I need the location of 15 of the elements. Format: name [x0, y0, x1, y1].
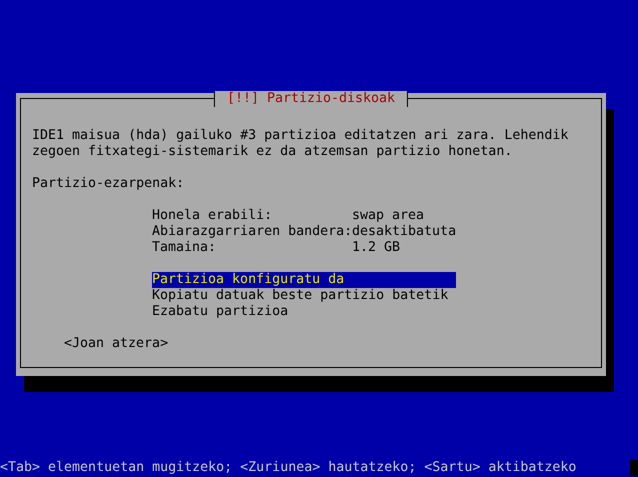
setting-value: 1.2 GB — [352, 240, 402, 256]
setting-label: Tamaina: — [152, 240, 218, 256]
message-text: IDE1 maisua (hda) gailuko #3 partizioa editatzen ari zara. Lehendik zegoen fitxategi-sistemarik ez da atzemsan partizio honetan. — [32, 128, 570, 160]
help-text: <Tab> elementuetan mugitzeko; <Zuriunea> hautatzeko; <Sartu> aktibatzeko — [0, 460, 576, 476]
setting-value: swap area — [352, 208, 426, 224]
settings-heading: Partizio-ezarpenak: — [32, 176, 186, 192]
menu-item[interactable]: Partizioa konfiguratu da — [152, 272, 456, 288]
setting-value: desaktibatuta — [352, 224, 456, 240]
setting-label: Honela erabili: — [152, 208, 274, 224]
setting-label: Abiarazgarriaren bandera: — [152, 224, 352, 240]
menu-item[interactable]: Kopiatu datuak beste partizio batetik — [152, 288, 456, 304]
cursor-block — [630, 460, 638, 476]
menu-item[interactable]: Ezabatu partizioa — [152, 304, 456, 320]
back-button[interactable]: <Joan atzera> — [64, 336, 168, 352]
dialog-title: [!!] Partizio-diskoak — [214, 91, 408, 107]
